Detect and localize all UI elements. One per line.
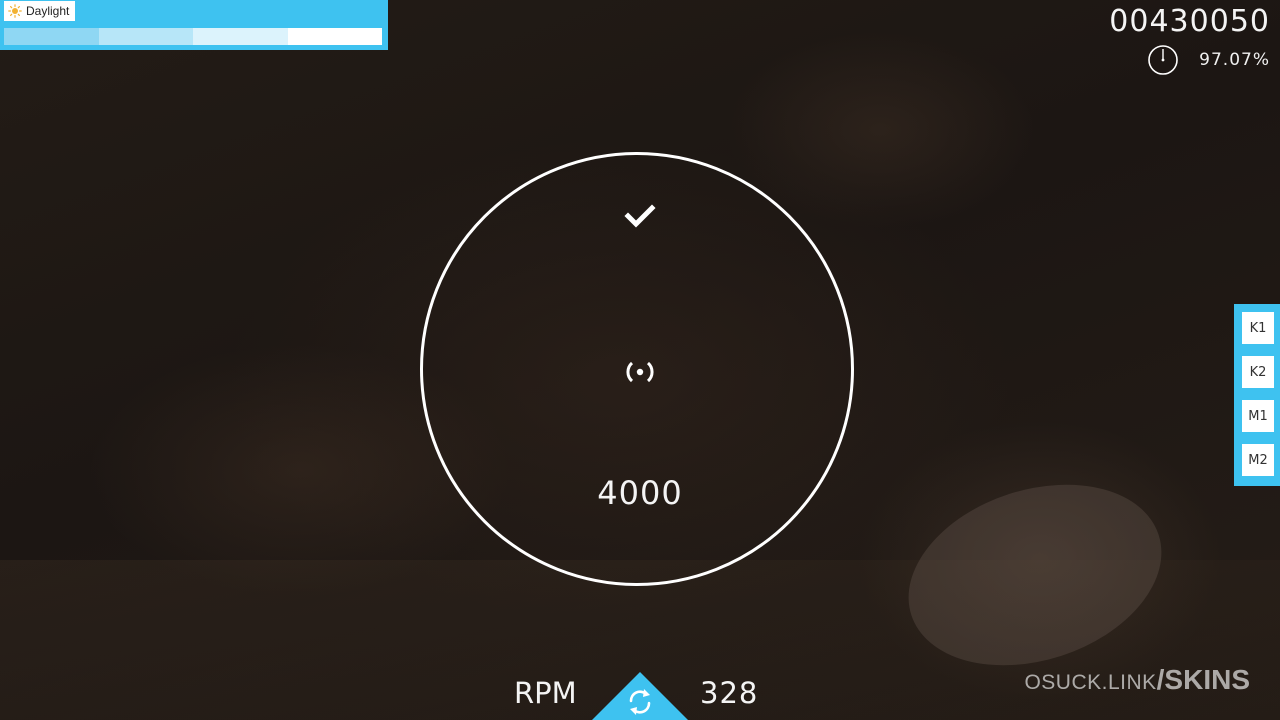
key-k1: K1	[1242, 312, 1274, 344]
song-progress-panel: Daylight	[0, 0, 388, 50]
watermark: OSUCK.LINK /SKINS	[1024, 664, 1250, 696]
song-progress-segment	[287, 28, 382, 45]
spinner-bonus: 4000	[597, 474, 683, 512]
song-progress-bar	[4, 28, 382, 45]
rpm-value: 328	[700, 676, 759, 710]
progress-pie-icon	[1148, 45, 1178, 75]
key-overlay: K1 K2 M1 M2	[1234, 304, 1280, 486]
spinner-center-icon	[626, 361, 654, 383]
song-tag: Daylight	[4, 1, 76, 21]
watermark-suffix: /SKINS	[1156, 664, 1250, 695]
accuracy-row: 97.07%	[1147, 44, 1270, 76]
song-progress-segment	[4, 28, 99, 45]
song-title: Daylight	[26, 4, 70, 18]
song-progress-segment	[98, 28, 193, 45]
rpm-label: RPM	[514, 676, 577, 710]
spin-arrows-icon	[592, 672, 688, 720]
key-m1: M1	[1242, 400, 1274, 432]
song-progress-segment	[193, 28, 288, 45]
key-k2: K2	[1242, 356, 1274, 388]
watermark-prefix: OSUCK.LINK	[1024, 671, 1157, 694]
accuracy-value: 97.07%	[1199, 50, 1270, 70]
sun-icon	[8, 4, 22, 18]
key-m2: M2	[1242, 444, 1274, 476]
score-value: 00430050	[1109, 4, 1270, 39]
check-icon	[624, 204, 656, 228]
